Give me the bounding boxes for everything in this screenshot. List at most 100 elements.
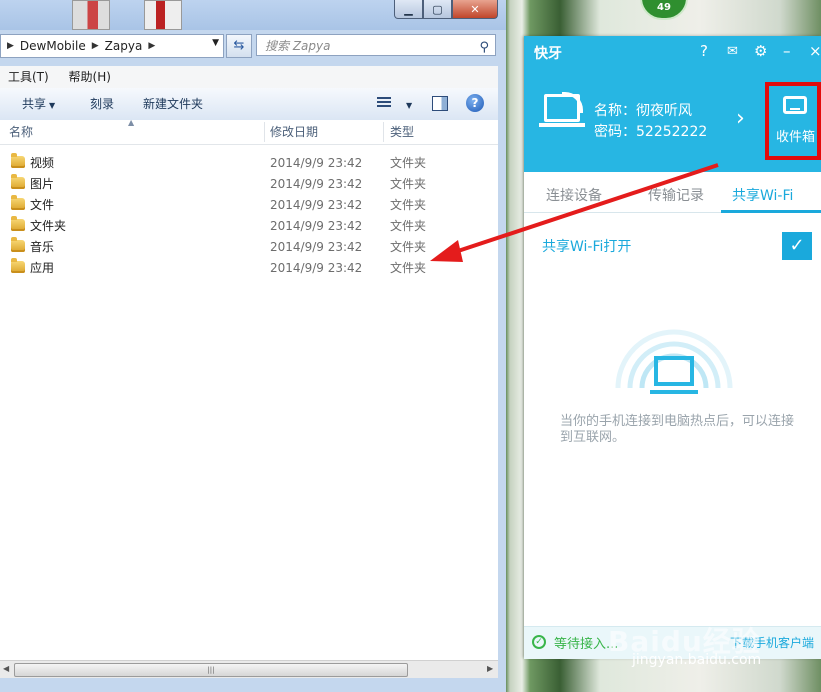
device-password: 密码：52252222 [594, 124, 708, 140]
file-type: 文件夹 [390, 219, 427, 233]
chevron-down-icon: ▼ [49, 101, 56, 110]
breadcrumb-separator-icon: ▶ [7, 41, 14, 51]
address-bar[interactable]: ▶ DewMobile ▶ Zapya ▶ ▼ [0, 34, 224, 58]
menu-bar: 工具(T) 帮助(H) [0, 66, 498, 89]
tab-share-wifi[interactable]: 共享Wi-Fi [732, 172, 793, 212]
hotspot-icon [615, 329, 733, 394]
column-divider[interactable] [383, 122, 384, 142]
file-type: 文件夹 [390, 198, 427, 212]
breadcrumb-item[interactable]: Zapya [105, 39, 143, 53]
column-header-row: ▲ 名称 修改日期 类型 [0, 118, 498, 145]
taskbar-thumbnail[interactable] [72, 0, 110, 30]
new-folder-button[interactable]: 新建文件夹 [143, 88, 203, 120]
help-icon[interactable]: ? [466, 94, 484, 112]
close-button[interactable]: ✕ [452, 0, 498, 19]
scroll-left-icon[interactable]: ◀ [3, 664, 9, 673]
table-row[interactable]: 应用 2014/9/9 23:42 文件夹 [0, 258, 498, 279]
zapya-tabs: 连接设备 传输记录 共享Wi-Fi [524, 172, 821, 213]
sort-ascending-icon: ▲ [128, 118, 135, 127]
tab-transfer-history[interactable]: 传输记录 [648, 172, 704, 212]
taskbar-thumbnail[interactable] [144, 0, 182, 30]
file-name: 文件夹 [30, 219, 67, 233]
share-wifi-label: 共享Wi-Fi打开 [542, 239, 632, 255]
table-row[interactable]: 文件夹 2014/9/9 23:42 文件夹 [0, 216, 498, 237]
inbox-button[interactable]: 收件箱 [776, 126, 815, 145]
file-date: 2014/9/9 23:42 [270, 219, 363, 233]
window-controls: ▁ ▢ ✕ [394, 0, 498, 20]
view-options-icon[interactable] [377, 97, 391, 109]
inbox-highlight-box [765, 82, 821, 160]
menu-tools[interactable]: 工具(T) [0, 66, 57, 88]
maximize-button[interactable]: ▢ [423, 0, 452, 19]
preview-pane-icon[interactable] [432, 96, 448, 111]
scroll-right-icon[interactable]: ▶ [487, 664, 493, 673]
command-bar: 共享 ▼ 刻录 新建文件夹 ▼ ? [0, 88, 498, 121]
file-date: 2014/9/9 23:42 [270, 156, 363, 170]
explorer-titlebar[interactable]: ▁ ▢ ✕ [0, 0, 506, 30]
zapya-window: 快牙 ? ✉ ⚙ – × 名称：彻夜听风 密码：52252222 › 收件箱 连… [524, 36, 821, 659]
search-icon[interactable]: ⚲ [479, 37, 489, 59]
table-row[interactable]: 音乐 2014/9/9 23:42 文件夹 [0, 237, 498, 258]
chevron-right-icon[interactable]: › [736, 106, 745, 131]
folder-icon [11, 216, 25, 231]
file-type: 文件夹 [390, 177, 427, 191]
breadcrumb-separator-icon[interactable]: ▶ [92, 41, 99, 51]
search-placeholder: 搜索 Zapya [265, 39, 331, 53]
minimize-button[interactable]: – [783, 42, 791, 60]
address-row: ▶ DewMobile ▶ Zapya ▶ ▼ ⇆ 搜索 Zapya ⚲ [0, 34, 506, 58]
breadcrumb-separator-icon[interactable]: ▶ [148, 41, 155, 51]
column-header-name[interactable]: 名称 [9, 120, 33, 144]
file-date: 2014/9/9 23:42 [270, 177, 363, 191]
table-row[interactable]: 文件 2014/9/9 23:42 文件夹 [0, 195, 498, 216]
window-border [498, 66, 506, 678]
file-name: 图片 [30, 177, 55, 191]
close-button[interactable]: × [809, 42, 821, 60]
file-type: 文件夹 [390, 240, 427, 254]
share-wifi-checkbox[interactable]: ✓ [782, 232, 812, 260]
folder-icon [11, 195, 25, 210]
folder-icon [11, 174, 25, 189]
burn-button[interactable]: 刻录 [90, 88, 114, 120]
file-type: 文件夹 [390, 261, 427, 275]
column-divider[interactable] [264, 122, 265, 142]
search-input[interactable]: 搜索 Zapya ⚲ [256, 34, 496, 56]
gear-icon[interactable]: ⚙ [754, 42, 767, 60]
column-header-type[interactable]: 类型 [390, 120, 414, 144]
folder-icon [11, 237, 25, 252]
menu-help[interactable]: 帮助(H) [61, 66, 119, 88]
inbox-icon[interactable] [783, 96, 807, 114]
mail-icon[interactable]: ✉ [727, 44, 738, 59]
watermark-url: jingyan.baidu.com [632, 652, 762, 668]
share-label: 共享 [22, 97, 47, 111]
tab-connect-device[interactable]: 连接设备 [546, 172, 602, 212]
file-name: 文件 [30, 198, 55, 212]
table-row[interactable]: 图片 2014/9/9 23:42 文件夹 [0, 174, 498, 195]
hotspot-hint: 当你的手机连接到电脑热点后，可以连接到互联网。 [560, 414, 795, 445]
file-name: 视频 [30, 156, 55, 170]
zapya-logo: 快牙 [534, 46, 562, 62]
view-dropdown-icon[interactable]: ▼ [403, 88, 412, 122]
file-date: 2014/9/9 23:42 [270, 198, 363, 212]
file-date: 2014/9/9 23:42 [270, 240, 363, 254]
file-name: 音乐 [30, 240, 55, 254]
refresh-button[interactable]: ⇆ [226, 34, 252, 58]
window-border [0, 678, 506, 692]
share-button[interactable]: 共享 ▼ [22, 88, 55, 122]
address-dropdown-icon[interactable]: ▼ [212, 38, 219, 48]
file-date: 2014/9/9 23:42 [270, 261, 363, 275]
check-circle-icon: ✓ [532, 635, 546, 649]
folder-icon [11, 258, 25, 273]
file-list: ▲ 名称 修改日期 类型 视频 2014/9/9 23:42 文件夹 图片 20… [0, 118, 498, 660]
horizontal-scrollbar[interactable]: ◀ ||| ▶ [0, 660, 498, 678]
folder-icon [11, 153, 25, 168]
file-name: 应用 [30, 261, 55, 275]
column-header-date[interactable]: 修改日期 [270, 120, 318, 144]
table-row[interactable]: 视频 2014/9/9 23:42 文件夹 [0, 153, 498, 174]
breadcrumb-item[interactable]: DewMobile [20, 39, 86, 53]
help-icon[interactable]: ? [700, 42, 708, 60]
file-type: 文件夹 [390, 156, 427, 170]
device-name: 名称：彻夜听风 [594, 103, 692, 119]
explorer-window: ▁ ▢ ✕ ▶ DewMobile ▶ Zapya ▶ ▼ ⇆ 搜索 Zapya… [0, 0, 506, 692]
scrollbar-thumb[interactable]: ||| [14, 663, 408, 677]
minimize-button[interactable]: ▁ [394, 0, 423, 19]
